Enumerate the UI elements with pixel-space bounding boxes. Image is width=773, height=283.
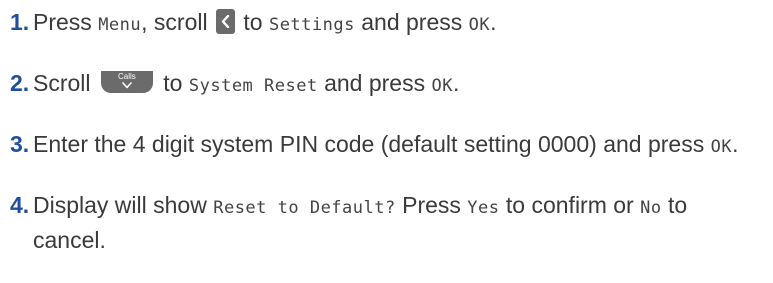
step-text: . [490,9,497,35]
instruction-steps: 1. Press Menu, scroll to Settings and pr… [10,6,765,256]
step-number: 1. [10,9,30,35]
step-text: and press [317,70,432,96]
display-text-no: No [640,198,662,218]
step-text: Press [395,192,468,218]
step-text: Press [33,9,99,35]
display-text-reset-to-default: Reset to Default? [213,198,396,218]
step-text: and press [354,9,469,35]
scroll-left-key-icon [215,9,235,34]
step-text: to [156,70,189,96]
display-text-yes: Yes [467,198,500,218]
step-text: . [452,70,460,96]
calls-key-label: Calls [118,72,136,81]
step-4: 4. Display will show Reset to Default? P… [10,189,765,256]
step-text: Enter the 4 digit system PIN code (defau… [33,131,711,157]
step-number: 2. [10,70,30,96]
step-text: . [732,131,739,157]
display-text-ok: OK [431,76,453,96]
step-number: 3. [10,131,30,157]
step-text: Display will show [33,192,214,218]
step-text: to [236,9,269,35]
display-text-system-reset: System Reset [188,76,318,96]
step-3: 3. Enter the 4 digit system PIN code (de… [10,128,765,163]
step-number: 4. [10,192,30,218]
display-text-settings: Settings [268,15,355,35]
display-text-menu: Menu [98,15,142,35]
display-text-ok: OK [710,137,733,157]
step-text: Scroll [33,70,97,96]
step-1: 1. Press Menu, scroll to Settings and pr… [10,6,765,41]
calls-down-key-icon: Calls [100,71,153,93]
step-text: to confirm or [499,192,641,218]
step-text: , scroll [141,9,214,35]
step-2: 2. Scroll Calls to System Reset and pres… [10,67,765,102]
display-text-ok: OK [468,15,491,35]
